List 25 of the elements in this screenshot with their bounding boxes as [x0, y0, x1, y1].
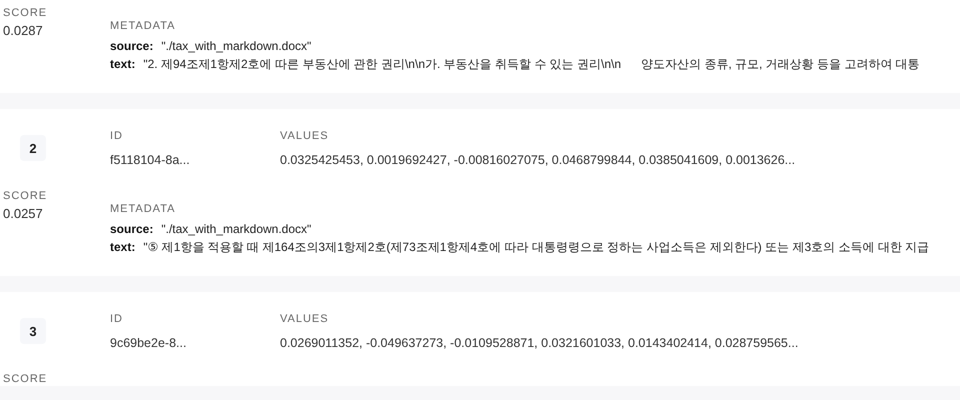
metadata-value: "⑤ 제1항을 적용할 때 제164조의3제1항제2호(제73조제1항제4호에 따라 대통령령으로 정하는 사업소득은 제외한다) 또는 제3호의 소득에 대한 지급 — [143, 240, 930, 254]
vector-values: 0.0325425453, 0.0019692427, -0.00816027075, 0.0468799844, 0.0385041609, 0.0013626... — [280, 153, 796, 167]
score-label: SCORE — [3, 372, 48, 386]
metadata-value: "2. 제94조제1항제2호에 따른 부동산에 관한 권리\n\n가. 부동산을 취득할 수 있는 권리\n\n 양도자산의 종류, 규모, 거래상황 등을 고려하여 대통 — [143, 57, 920, 71]
score-value: 0.0287 — [3, 23, 44, 38]
values-label: VALUES — [280, 129, 330, 143]
values-label: VALUES — [280, 312, 330, 326]
metadata-key: source: — [110, 39, 154, 53]
record-number: 2 — [20, 135, 46, 161]
id-label: ID — [110, 312, 124, 326]
record-number: 3 — [20, 318, 46, 344]
metadata-label: METADATA — [110, 19, 176, 33]
metadata-key: text: — [110, 240, 136, 254]
metadata-key: text: — [110, 57, 136, 71]
record-id: f5118104-8a... — [110, 153, 191, 167]
score-label: SCORE — [3, 6, 48, 20]
metadata-value: "./tax_with_markdown.docx" — [161, 222, 312, 236]
metadata-label: METADATA — [110, 202, 176, 216]
score-label: SCORE — [3, 189, 48, 203]
metadata-key: source: — [110, 222, 154, 236]
id-label: ID — [110, 129, 124, 143]
score-value: 0.0257 — [3, 206, 44, 221]
metadata-value: "./tax_with_markdown.docx" — [161, 39, 312, 53]
record-id: 9c69be2e-8... — [110, 336, 188, 350]
vector-values: 0.0269011352, -0.049637273, -0.0109528871, 0.0321601033, 0.0143402414, 0.028759565... — [280, 336, 800, 350]
